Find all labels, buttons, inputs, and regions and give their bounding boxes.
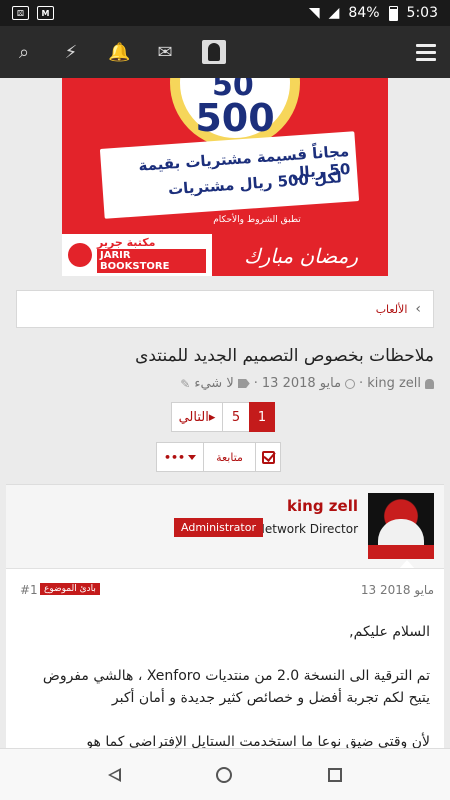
jarir-logo-ar: مكتبة جرير [97,235,156,249]
post-user-block: king zell Network Director Administrator [6,484,444,569]
ad-ramadan: رمضان مبارك [244,244,358,268]
gmail-icon: M [37,6,54,20]
avatar[interactable] [368,493,434,559]
thread-actions: ••• متابعة [156,442,281,472]
tag-icon [237,379,250,388]
caret-down-icon [188,454,197,460]
pencil-icon: ✎ [180,376,191,391]
thread-date: 13 مايو 2018 [261,376,342,391]
envelope-icon[interactable]: ✉ [155,42,175,63]
pagination: التالي ▸ 5 1 [171,402,275,432]
clock: 5:03 [406,5,438,21]
page-content: 50 500 مجاناً قسيمة مشتريات بقيمة 50 ريا… [0,78,450,748]
post-number[interactable]: #1 [20,583,38,597]
recent-apps-icon[interactable] [328,767,343,782]
thread-tags[interactable]: لا شيء [194,376,233,391]
administrator-badge: Administrator [174,518,263,537]
battery-percent: 84% [348,5,380,21]
user-title: Network Director [255,522,358,536]
pagination-page-5[interactable]: 5 [222,402,250,432]
breadcrumb-item-games[interactable]: الألعاب [376,303,408,316]
caret-right-icon: ▸ [208,409,216,425]
post-paragraph: لأن وقتي ضيق نوعا ما استخدمت الستايل الإ… [86,734,430,748]
post-text: السلام عليكم, تم الترقية الى النسخة 2.0 … [20,621,430,748]
wifi-icon: ◥ [308,5,320,21]
thread-meta: ✎ لا شيء · 13 مايو 2018 · king zell [180,376,434,391]
notification-icon: ⚄ [12,6,29,20]
thread-starter-badge: بادئ الموضوع [40,583,100,595]
bell-icon[interactable]: 🔔 [108,42,130,63]
pagination-page-1[interactable]: 1 [249,402,275,432]
search-icon[interactable]: ⌕ [14,42,34,63]
post-date[interactable]: 13 مايو 2018 [361,583,434,597]
menu-icon[interactable] [416,43,436,61]
status-bar: ⚄ M ◥ ◢ 84% 5:03 [0,0,450,26]
follow-button[interactable]: متابعة [203,442,256,472]
ad-terms: تطبق الشروط والأحكام [213,215,301,225]
post-paragraph: السلام عليكم, [349,624,430,640]
jarir-logo-en: JARIR BOOKSTORE [97,249,206,274]
jarir-logo-icon [68,243,92,267]
more-options-button[interactable]: ••• [156,442,204,472]
chevron-left-icon[interactable]: ‹ [415,301,421,317]
post-body: 13 مايو 2018 #1 بادئ الموضوع السلام عليك… [6,568,444,748]
top-navbar: ⌕ ⚡ 🔔 ✉ [0,26,450,78]
mark-read-button[interactable] [255,442,281,472]
user-icon [425,378,434,389]
pagination-next-label: التالي [178,409,209,425]
pagination-next[interactable]: التالي ▸ [171,402,223,432]
thread-author[interactable]: king zell [367,376,421,391]
user-avatar-icon[interactable] [202,40,226,64]
battery-icon [388,5,398,21]
jarir-logo: مكتبة جرير JARIR BOOKSTORE [62,234,212,276]
signal-icon: ◢ [328,5,340,21]
breadcrumb: الألعاب ‹ [16,290,434,328]
clock-icon [345,378,356,389]
ad-amount-big: 500 [195,96,275,140]
page-title: ملاحظات بخصوص التصميم الجديد للمنتدى [135,346,434,366]
android-nav-bar [0,748,450,800]
post-username[interactable]: king zell [287,497,358,515]
back-icon[interactable] [107,767,121,782]
home-icon[interactable] [216,766,233,783]
bolt-icon[interactable]: ⚡ [61,42,81,63]
post-paragraph: تم الترقية الى النسخة 2.0 من منتديات Xen… [42,668,430,706]
ad-banner[interactable]: 50 500 مجاناً قسيمة مشتريات بقيمة 50 ريا… [62,78,388,276]
more-label: ••• [163,450,186,464]
checkbox-icon [261,450,275,464]
